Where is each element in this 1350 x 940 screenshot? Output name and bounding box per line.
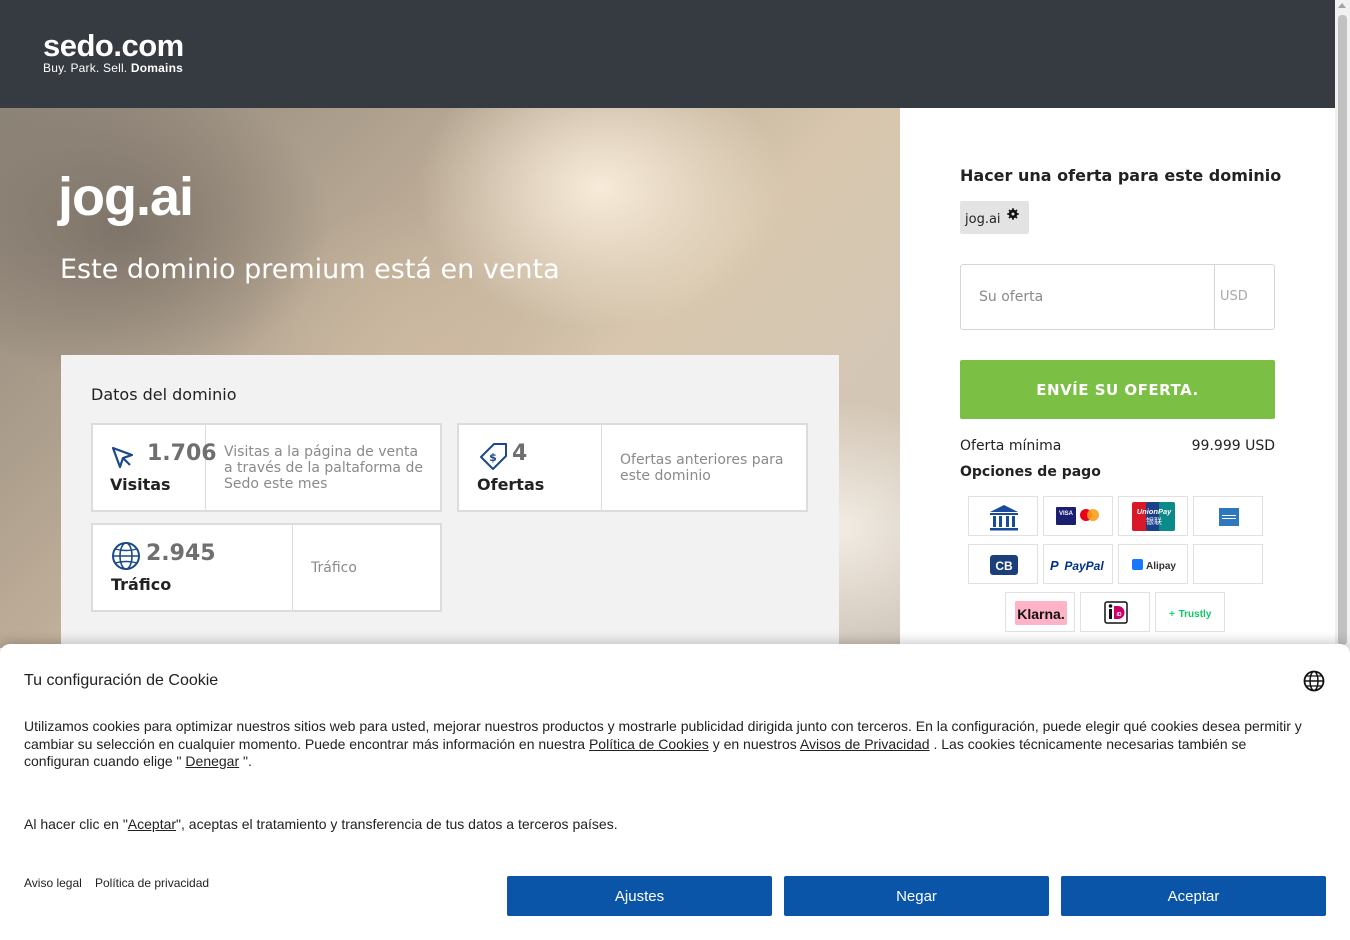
- domain-data-card: Datos del dominio 1.706 Visitas Visitas …: [61, 355, 839, 648]
- alipay-icon: Alipay: [1118, 544, 1188, 584]
- stat-visits-label: Visitas: [110, 475, 171, 494]
- cookie-accept-note: Al hacer clic en "Aceptar", aceptas el t…: [24, 816, 618, 832]
- stat-visits-number: 1.706: [147, 441, 217, 466]
- send-offer-button[interactable]: ENVÍE SU OFERTA.: [960, 360, 1275, 419]
- cookie-settings-button[interactable]: Ajustes: [507, 876, 772, 916]
- stat-traffic-description: Tráfico: [311, 560, 357, 576]
- cookie-title: Tu configuración de Cookie: [24, 672, 219, 689]
- logo-text: sedo.com: [43, 28, 184, 63]
- alipay-text: Alipay: [1146, 561, 1176, 572]
- hero-subtitle: Este dominio premium está en venta: [60, 254, 560, 285]
- domain-chip: jog.ai: [960, 201, 1029, 234]
- stat-offers-description: Ofertas anteriores para este dominio: [620, 452, 784, 484]
- accept-note-post: ", aceptas el tratamiento y transferenci…: [176, 816, 618, 832]
- domain-title: jog.ai: [58, 167, 194, 227]
- tagline-bold: Domains: [130, 61, 183, 75]
- stat-visits-description: Visitas a la página de venta a través de…: [224, 444, 423, 492]
- ideal-text: iD: [1117, 612, 1122, 618]
- privacy-policy-link[interactable]: Política de privacidad: [95, 876, 209, 890]
- cb-text: CB: [995, 559, 1013, 573]
- scroll-thumb[interactable]: [1338, 15, 1347, 645]
- currency-label: USD: [1220, 289, 1248, 304]
- offer-amount-input[interactable]: [961, 265, 1215, 329]
- stat-offers-number: 4: [512, 441, 528, 466]
- accept-note-pre: Al hacer clic en ": [24, 816, 128, 832]
- hero-section: jog.ai Este dominio premium está en vent…: [0, 108, 900, 648]
- stat-traffic-number: 2.945: [146, 541, 216, 566]
- stat-offers-label: Ofertas: [477, 475, 545, 494]
- gear-icon[interactable]: [1007, 208, 1019, 220]
- visa-mastercard-icon: VISA: [1043, 496, 1113, 536]
- min-offer-value: 99.999 USD: [1191, 438, 1275, 454]
- american-express-icon: [1193, 496, 1263, 536]
- cookie-text-4: ".: [239, 753, 252, 769]
- cookie-banner: Tu configuración de Cookie Utilizamos co…: [0, 644, 1350, 940]
- globe-icon: [112, 542, 140, 570]
- cb-icon: CB: [968, 544, 1038, 584]
- payment-options-label: Opciones de pago: [960, 464, 1101, 480]
- ideal-icon: iD: [1080, 592, 1150, 632]
- cookie-policy-link[interactable]: Política de Cookies: [589, 736, 709, 752]
- visa-text: VISA: [1059, 511, 1074, 517]
- cursor-icon: [111, 446, 134, 469]
- min-offer-label: Oferta mínima: [960, 438, 1062, 454]
- tagline-prefix: Buy. Park. Sell.: [43, 61, 128, 75]
- legal-notice-link[interactable]: Aviso legal: [24, 876, 82, 890]
- domain-chip-text: jog.ai: [965, 212, 1001, 227]
- accept-link[interactable]: Aceptar: [128, 816, 176, 832]
- sedo-logo[interactable]: sedo.com Buy. Park. Sell. Domains: [43, 28, 184, 75]
- trustly-icon: + Trustly: [1155, 592, 1225, 632]
- bank-transfer-icon: [968, 496, 1038, 536]
- deny-link[interactable]: Denegar: [185, 753, 239, 769]
- cookie-deny-button[interactable]: Negar: [784, 876, 1049, 916]
- unionpay-cn-text: 银联: [1146, 516, 1162, 526]
- domain-data-title: Datos del dominio: [91, 385, 237, 404]
- unionpay-text: UnionPay: [1137, 507, 1172, 516]
- stat-visits: 1.706 Visitas Visitas a la página de ven…: [91, 423, 442, 512]
- cookie-text-2: y en nuestros: [708, 735, 800, 752]
- offer-title: Hacer una oferta para este dominio: [960, 166, 1282, 185]
- svg-text:+: +: [1169, 609, 1175, 620]
- unionpay-icon: UnionPay 银联: [1118, 496, 1188, 536]
- stat-offers: $ 4 Ofertas Ofertas anteriores para este…: [457, 423, 808, 512]
- klarna-text: Klarna.: [1017, 606, 1064, 622]
- svg-text:$: $: [489, 451, 497, 464]
- paypal-text: PayPal: [1064, 559, 1104, 573]
- paypal-icon: P PayPal: [1043, 544, 1113, 584]
- empty-icon: [1193, 544, 1263, 584]
- trustly-text: Trustly: [1179, 609, 1212, 620]
- stat-traffic: 2.945 Tráfico Tráfico: [91, 523, 442, 612]
- svg-text:P: P: [1050, 558, 1059, 573]
- top-header: sedo.com Buy. Park. Sell. Domains: [0, 0, 1335, 108]
- klarna-icon: Klarna.: [1005, 592, 1075, 632]
- language-globe-icon[interactable]: [1303, 670, 1325, 692]
- privacy-notice-link[interactable]: Avisos de Privacidad: [800, 736, 930, 752]
- cookie-accept-button[interactable]: Aceptar: [1061, 876, 1326, 916]
- cookie-description: Utilizamos cookies para optimizar nuestr…: [24, 718, 1314, 771]
- logo-tagline: Buy. Park. Sell. Domains: [43, 62, 184, 74]
- stat-traffic-label: Tráfico: [111, 575, 172, 594]
- price-tag-icon: $: [480, 443, 507, 470]
- scroll-up-arrow-icon[interactable]: [1338, 3, 1346, 8]
- offer-input-group: USD: [960, 264, 1275, 330]
